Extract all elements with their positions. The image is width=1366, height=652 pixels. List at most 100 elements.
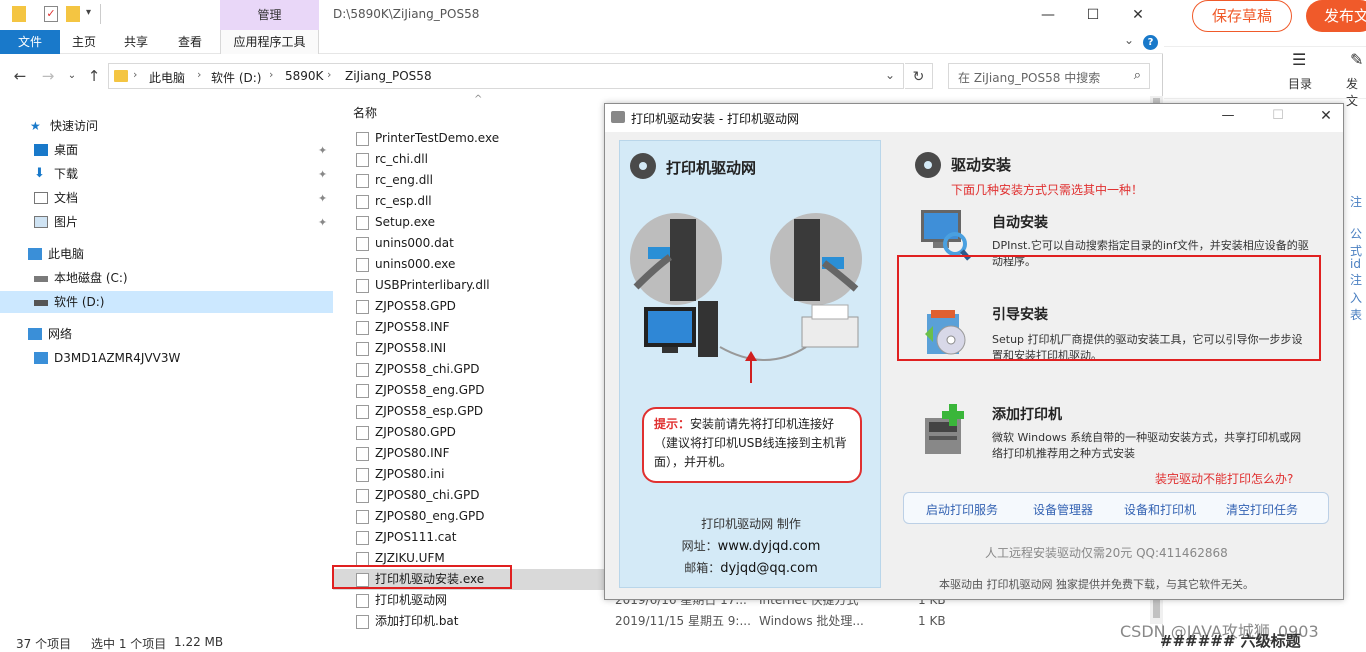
drive-icon: [34, 300, 48, 306]
save-draft-button[interactable]: 保存草稿: [1192, 0, 1292, 32]
file-name: ZJPOS58_chi.GPD: [375, 362, 480, 376]
gear-icon: [915, 152, 941, 178]
file-name: rc_esp.dll: [375, 194, 432, 208]
publish-short-label[interactable]: 发文: [1346, 75, 1366, 109]
dialog-body: 打印机驱动网 提示：安装前请先将打印机连接好（建议将打印机USB线连接到主机背面…: [605, 132, 1343, 599]
download-icon: ⬇: [34, 166, 45, 181]
drive-icon: [34, 276, 48, 282]
breadcrumb-5890k[interactable]: 5890K: [285, 69, 323, 83]
ribbon-expand-icon[interactable]: ⌄: [1124, 33, 1134, 47]
nav-label: 图片: [54, 215, 79, 229]
nav-network[interactable]: 网络: [28, 323, 228, 345]
auto-install-title[interactable]: 自动安装: [992, 212, 1048, 232]
crumb-sep-icon[interactable]: ›: [269, 68, 273, 81]
maximize-icon[interactable]: ☐: [1255, 108, 1301, 123]
nav-downloads[interactable]: ⬇ 下载: [34, 163, 234, 185]
column-header-name[interactable]: 名称: [353, 104, 377, 121]
publish-icon[interactable]: ✎: [1350, 50, 1363, 69]
search-box[interactable]: 在 ZiJiang_POS58 中搜索 ⌕: [948, 63, 1150, 89]
address-bar[interactable]: › 此电脑 › 软件 (D:) › 5890K › ZiJiang_POS58 …: [108, 63, 904, 89]
nav-computer[interactable]: D3MD1AZMR4JVV3W: [34, 347, 254, 369]
website-link[interactable]: www.dyjqd.com: [718, 539, 821, 554]
pin-icon[interactable]: ✦: [318, 168, 327, 181]
file-name: 打印机驱动网: [375, 593, 448, 607]
minimize-icon[interactable]: —: [1205, 108, 1251, 123]
publish-button[interactable]: 发布文: [1306, 0, 1366, 32]
quick-access-dropdown-icon[interactable]: ▾: [86, 7, 91, 18]
toc-label[interactable]: 目录: [1288, 75, 1312, 92]
nav-this-pc[interactable]: 此电脑: [28, 243, 228, 265]
edge-text[interactable]: 注: [1350, 193, 1362, 210]
status-selected: 选中 1 个项目: [91, 637, 167, 651]
file-name: ZJPOS80.INF: [375, 446, 450, 460]
add-printer-title[interactable]: 添加打印机: [992, 404, 1062, 424]
close-icon[interactable]: ✕: [1303, 108, 1349, 124]
clear-print-jobs-button[interactable]: 清空打印任务: [1226, 501, 1298, 518]
edge-text[interactable]: 公式: [1350, 225, 1366, 259]
refresh-icon[interactable]: ↻: [905, 63, 933, 89]
file-name: 添加打印机.bat: [375, 614, 459, 628]
file-icon: [356, 279, 369, 293]
maximize-icon[interactable]: ☐: [1071, 3, 1115, 27]
file-icon: [356, 363, 369, 377]
folder-icon: [114, 70, 128, 82]
search-icon[interactable]: ⌕: [1134, 68, 1141, 83]
crumb-sep-icon[interactable]: ›: [327, 68, 331, 81]
properties-icon[interactable]: ✓: [44, 6, 58, 22]
tab-manage[interactable]: 管理: [220, 0, 319, 30]
help-link[interactable]: 装完驱动不能打印怎么办?: [1155, 470, 1293, 487]
start-print-service-button[interactable]: 启动打印服务: [926, 501, 998, 518]
breadcrumb-zijiang[interactable]: ZiJiang_POS58: [345, 69, 432, 83]
toc-icon[interactable]: ☰: [1292, 50, 1306, 69]
edge-text[interactable]: 入表: [1350, 289, 1366, 323]
close-icon[interactable]: ✕: [1116, 3, 1160, 27]
up-icon[interactable]: ↑: [84, 66, 104, 86]
address-dropdown-icon[interactable]: ⌄: [885, 68, 895, 82]
tab-file[interactable]: 文件: [0, 30, 60, 54]
add-printer-icon[interactable]: [919, 402, 971, 458]
pin-icon[interactable]: ✦: [318, 144, 327, 157]
tab-app-tools[interactable]: 应用程序工具: [220, 30, 319, 54]
tab-home[interactable]: 主页: [60, 30, 108, 54]
search-placeholder[interactable]: 在 ZiJiang_POS58 中搜索: [958, 69, 1100, 86]
nav-local-c[interactable]: 本地磁盘 (C:): [34, 267, 234, 289]
nav-quick-access[interactable]: ★ 快速访问: [30, 115, 230, 137]
nav-label: 本地磁盘 (C:): [54, 271, 128, 285]
help-icon[interactable]: ?: [1143, 35, 1158, 50]
picture-icon: [34, 216, 48, 228]
new-folder-icon[interactable]: [66, 6, 80, 22]
devices-printers-button[interactable]: 设备和打印机: [1124, 501, 1196, 518]
back-icon[interactable]: ←: [10, 66, 30, 86]
arrow-head: [745, 351, 757, 361]
nav-pictures[interactable]: 图片: [34, 211, 234, 233]
explorer-titlebar: ✓ ▾ 管理 D:\5890K\ZiJiang_POS58 — ☐ ✕: [0, 0, 1163, 30]
nav-soft-d[interactable]: 软件 (D:): [0, 291, 333, 313]
file-icon: [356, 615, 369, 629]
auto-install-icon[interactable]: [919, 206, 971, 262]
device-manager-button[interactable]: 设备管理器: [1033, 501, 1093, 518]
file-row[interactable]: 添加打印机.bat 2019/11/15 星期五 9:... Windows 批处理…: [333, 611, 1163, 632]
copyright-notice: 本驱动由 打印机驱动网 独家提供并免费下载，与其它软件无关。: [939, 578, 1254, 591]
install-options: 驱动安装 下面几种安装方式只需选其中一种！ 自动安装 DPInst.它可以自动搜…: [895, 140, 1335, 591]
crumb-sep-icon[interactable]: ›: [133, 68, 137, 81]
nav-desktop[interactable]: 桌面: [34, 139, 234, 161]
pin-icon[interactable]: ✦: [318, 192, 327, 205]
nav-documents[interactable]: 文档: [34, 187, 234, 209]
tab-share[interactable]: 共享: [112, 30, 160, 54]
monitor-screen: [648, 311, 692, 343]
file-icon: [356, 195, 369, 209]
minimize-icon[interactable]: —: [1026, 3, 1070, 27]
forward-icon[interactable]: →: [38, 66, 58, 86]
recent-locations-icon[interactable]: ⌄: [62, 66, 82, 86]
file-icon: [356, 447, 369, 461]
pin-icon[interactable]: ✦: [318, 216, 327, 229]
status-item-count: 37 个项目: [16, 637, 72, 651]
crumb-sep-icon[interactable]: ›: [197, 68, 201, 81]
credit-text: 打印机驱动网 制作: [701, 517, 801, 531]
breadcrumb-this-pc[interactable]: 此电脑: [149, 69, 185, 86]
edge-text[interactable]: id注: [1350, 257, 1366, 288]
nav-label: 软件 (D:): [54, 295, 105, 309]
email-link[interactable]: dyjqd@qq.com: [720, 561, 817, 576]
breadcrumb-drive-d[interactable]: 软件 (D:): [211, 69, 261, 86]
tab-view[interactable]: 查看: [166, 30, 214, 54]
